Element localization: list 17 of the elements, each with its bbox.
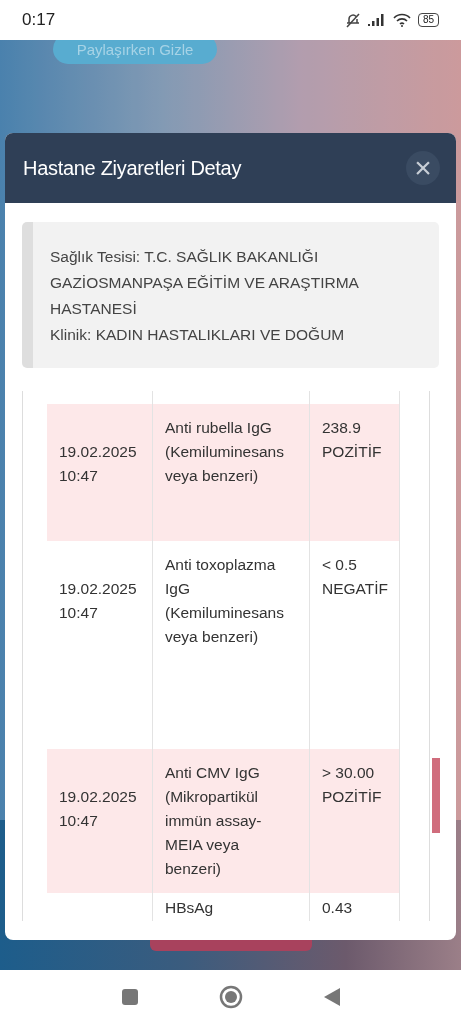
clock: 0:17: [22, 10, 56, 30]
result-cell: 238.9 POZİTİF: [322, 419, 382, 460]
battery-icon: 85: [417, 13, 439, 27]
date-cell: 19.02.2025 10:47: [59, 788, 137, 829]
result-cell: 0.43: [322, 899, 353, 916]
info-text: Klinik: KADIN HASTALIKLARI VE DOĞUM: [50, 325, 346, 345]
info-text: Sağlık Tesisi: T.C. SAĞLIK BAKANLIĞI GAZİOSMANPAŞA EĞİTİM VE ARAŞTIRMA HASTANESİ: [50, 247, 360, 319]
date-cell: 19.02.2025 10:47: [59, 443, 137, 484]
test-name-cell: Anti CMV IgG (Mikropartikül immün assay-MEIA veya benzeri): [165, 764, 262, 877]
dialog-title: Hastane Ziyaretleri Detay: [23, 156, 242, 180]
result-cell: < 0.5 NEGATİF: [322, 556, 389, 597]
date-cell: 19.02.2025 10:47: [59, 580, 137, 621]
result-cell: > 30.00 POZİTİF: [322, 764, 382, 805]
close-button[interactable]: ×: [406, 151, 440, 185]
test-name-cell: HBsAg: [165, 899, 214, 916]
test-name-cell: Anti rubella IgG (Kemiluminesans veya benzeri): [165, 419, 284, 484]
test-name-cell: Anti toxoplazma IgG (Kemiluminesans veya benzeri): [165, 556, 284, 645]
